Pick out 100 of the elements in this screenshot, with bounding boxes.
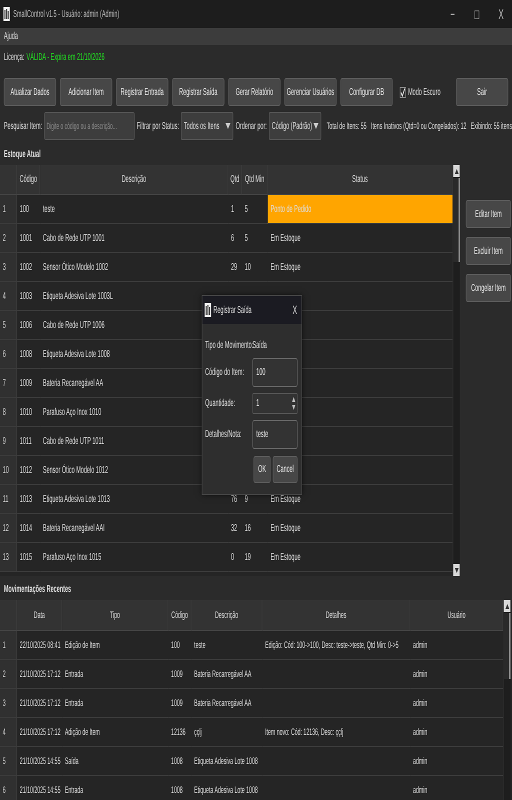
- item-action-button[interactable]: Congelar Item: [466, 274, 511, 302]
- section-title: Movimentações Recentes: [4, 584, 72, 595]
- column-header[interactable]: Usuário: [410, 600, 504, 631]
- input-field[interactable]: 100: [252, 358, 298, 387]
- table-cell: Entrada: [62, 689, 168, 718]
- column-header[interactable]: Descrição: [40, 165, 228, 195]
- table-cell: 1014: [17, 514, 40, 543]
- table-cell: 19: [242, 543, 268, 572]
- checkbox[interactable]: [400, 86, 406, 98]
- table-cell: 1001: [17, 224, 40, 253]
- item-action-button[interactable]: Excluir Item: [466, 237, 511, 265]
- section-title: Estoque Atual: [4, 149, 41, 160]
- scrollbar[interactable]: [503, 600, 510, 800]
- column-header[interactable]: Código: [17, 165, 40, 195]
- table-cell: Em Estoque: [268, 543, 453, 572]
- input-field[interactable]: teste: [252, 420, 298, 449]
- table-cell: 21/10/2025 14:55: [17, 776, 62, 800]
- table-cell: 21/10/2025 17:12: [17, 718, 62, 747]
- table-cell: 1015: [17, 543, 40, 572]
- table-cell: 16: [242, 514, 268, 543]
- column-header[interactable]: Detalhes: [262, 600, 410, 631]
- close-button[interactable]: X: [496, 6, 507, 22]
- column-header[interactable]: Qtd: [228, 165, 242, 195]
- row-number: 7: [0, 369, 18, 398]
- field-label: Pesquisar Item:: [4, 120, 42, 132]
- row-number: 3: [0, 253, 18, 282]
- checkbox-label[interactable]: Modo Escuro: [408, 86, 440, 98]
- column-header[interactable]: Descrição: [191, 600, 262, 631]
- row-number: 4: [0, 282, 18, 311]
- stat-text: Total de Itens: 55: [326, 120, 367, 132]
- column-header[interactable]: Qtd Min: [242, 165, 268, 195]
- scroll-down-icon[interactable]: [454, 568, 458, 572]
- row-number: 3: [0, 689, 18, 718]
- exit-button[interactable]: Sair: [456, 78, 508, 106]
- toolbar-button[interactable]: Gerar Relatório: [228, 78, 280, 106]
- table-cell: 29: [228, 253, 242, 282]
- table-cell: 5: [242, 224, 268, 253]
- spin-arrows-icon[interactable]: [292, 397, 296, 410]
- table-cell: admin: [410, 718, 504, 747]
- table-cell: 6: [228, 224, 242, 253]
- table-cell: 1003: [17, 282, 40, 311]
- column-header[interactable]: Código: [168, 600, 192, 631]
- table-cell: Edição: Cód: 100->100, Desc: teste->teste, Qtd Min: 0->5: [262, 631, 410, 660]
- table-cell: 100: [17, 195, 40, 224]
- close-button[interactable]: X: [292, 303, 297, 317]
- table-cell: Etiqueta Adesiva Lote 1008: [191, 747, 262, 776]
- toolbar-button[interactable]: Registrar Saída: [172, 78, 224, 106]
- toolbar-button[interactable]: Atualizar Dados: [4, 78, 56, 106]
- quantity-spinner[interactable]: 1: [252, 393, 298, 414]
- column-header[interactable]: Data: [17, 600, 62, 631]
- column-header[interactable]: Status: [268, 165, 453, 195]
- column-header[interactable]: Tipo: [62, 600, 168, 631]
- row-number: 1: [0, 631, 18, 660]
- table-cell: 100: [168, 631, 192, 660]
- table-cell: 22/10/2025 08:41: [17, 631, 62, 660]
- app-icon: [3, 7, 10, 21]
- minimize-button[interactable]: −: [447, 6, 458, 22]
- toolbar-button[interactable]: Configurar DB: [340, 78, 393, 106]
- window-title: SmallControl v1.5 - Usuário: admin (Admin): [13, 8, 120, 20]
- row-number: 5: [0, 747, 18, 776]
- search-field[interactable]: Digite o código ou a descrição...: [44, 112, 135, 140]
- table-cell: Em Estoque: [268, 224, 453, 253]
- table-cell: Bateria Recarregável AA: [191, 660, 262, 689]
- table-cell: Em Estoque: [268, 253, 453, 282]
- table-cell: admin: [410, 631, 504, 660]
- row-number: 11: [0, 485, 18, 514]
- field-value: Saída: [252, 340, 268, 350]
- row-number: 12: [0, 514, 18, 543]
- toolbar-button[interactable]: Gerenciar Usuários: [284, 78, 337, 106]
- maximize-button[interactable]: □: [471, 6, 482, 22]
- caret-icon: [226, 123, 231, 129]
- table-cell: Sensor Ótico Modelo 1002: [40, 253, 228, 282]
- row-number: 8: [0, 398, 18, 427]
- table-cell: 1008: [168, 776, 192, 800]
- table-cell: 1013: [17, 485, 40, 514]
- dialog-button[interactable]: Cancel: [272, 456, 298, 483]
- row-number: 6: [0, 340, 18, 369]
- toolbar-button[interactable]: Registrar Entrada: [116, 78, 168, 106]
- table-cell: 0: [228, 543, 242, 572]
- field-label: Ordenar por:: [236, 120, 267, 132]
- toolbar-button[interactable]: Adicionar Item: [60, 78, 112, 106]
- row-number: 5: [0, 311, 18, 340]
- dialog-button[interactable]: OK: [254, 456, 271, 483]
- table-cell: 1009: [17, 369, 40, 398]
- table-cell: Etiqueta Adesiva Lote 1008: [191, 776, 262, 800]
- table-cell: Bateria Recarregável AA: [191, 689, 262, 718]
- table-cell: Entrada: [62, 776, 168, 800]
- scrollbar[interactable]: [452, 165, 460, 576]
- table-cell: Adição de Item: [62, 718, 168, 747]
- menu-item[interactable]: Ajuda: [4, 31, 18, 42]
- table-cell: 1002: [17, 253, 40, 282]
- item-action-button[interactable]: Editar Item: [466, 200, 511, 228]
- table-cell: Ponto de Pedido: [268, 195, 453, 224]
- caret-icon: [314, 123, 319, 129]
- status-dropdown[interactable]: Todos os Itens: [181, 112, 234, 140]
- table-cell: admin: [410, 747, 504, 776]
- table-cell: teste: [191, 631, 262, 660]
- app-icon: [204, 303, 212, 317]
- table-cell: Edição de Item: [62, 631, 168, 660]
- sort-dropdown[interactable]: Código (Padrão): [269, 112, 322, 140]
